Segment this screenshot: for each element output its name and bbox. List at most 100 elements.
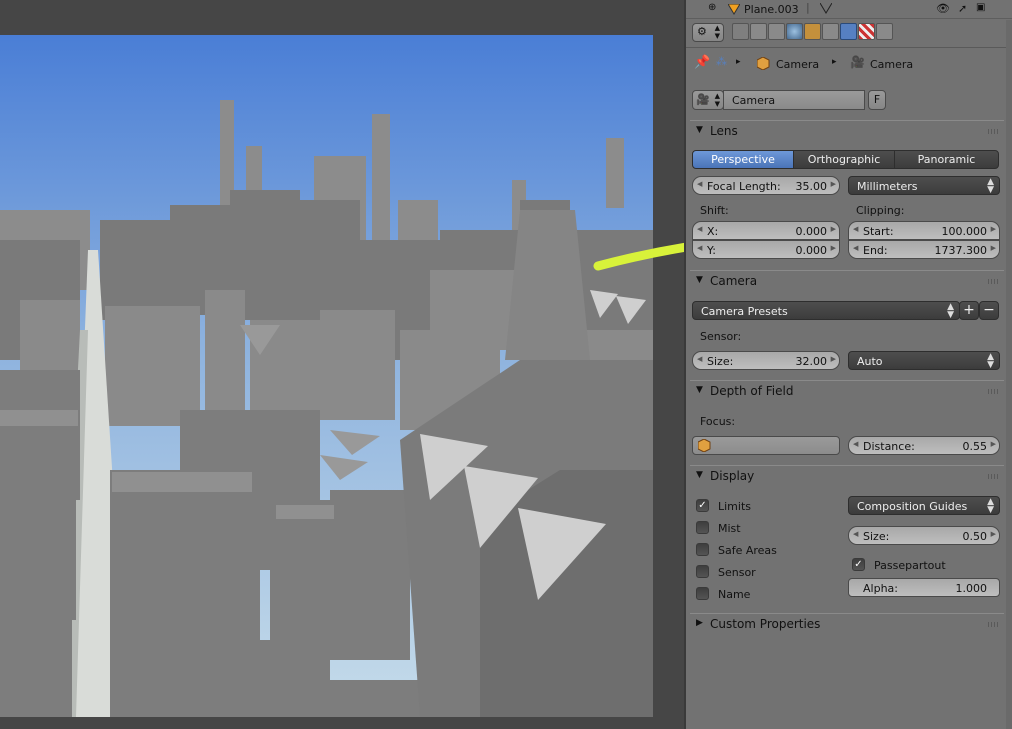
sensor-checkbox[interactable] [696, 565, 709, 578]
increment-arrow-icon[interactable]: ▶ [991, 440, 996, 448]
dof-distance-value: 0.55 [962, 440, 988, 453]
name-label: Name [718, 588, 751, 601]
sensor-checkbox-row[interactable]: Sensor [696, 565, 836, 581]
focus-label: Focus: [700, 415, 736, 428]
physics-tab-icon[interactable] [876, 23, 893, 40]
datablock-name-field[interactable]: Camera [723, 90, 865, 110]
focal-length-field[interactable]: ◀ Focal Length: 35.00 ▶ [692, 176, 840, 195]
tab-orthographic[interactable]: Orthographic [793, 150, 895, 169]
passepartout-checkbox[interactable]: ✓ [852, 558, 865, 571]
cursor-icon[interactable]: ➚ [958, 2, 967, 15]
render-tab-icon[interactable] [732, 23, 749, 40]
sensor-size-value: 32.00 [795, 355, 828, 368]
drag-grip-icon[interactable] [988, 622, 1000, 627]
tab-panoramic[interactable]: Panoramic [894, 150, 999, 169]
increment-arrow-icon[interactable]: ▶ [991, 225, 996, 233]
focus-object-field[interactable] [692, 436, 840, 455]
increment-arrow-icon[interactable]: ▶ [991, 244, 996, 252]
name-checkbox[interactable] [696, 587, 709, 600]
composition-guides-dropdown[interactable]: Composition Guides ▲ ▼ [848, 496, 1000, 515]
camera-data-tab-icon[interactable] [840, 23, 857, 40]
breadcrumb-data[interactable]: Camera [870, 58, 913, 71]
camera-data-icon: 🎥 [696, 93, 710, 106]
decrement-arrow-icon[interactable]: ◀ [853, 530, 858, 538]
datablock-browse-button[interactable]: 🎥 ▲ ▼ [692, 90, 724, 110]
remove-preset-button[interactable]: − [979, 301, 999, 320]
increment-arrow-icon[interactable]: ▶ [831, 180, 836, 188]
world-tab-icon[interactable] [786, 23, 803, 40]
mist-checkbox-row[interactable]: Mist [696, 521, 836, 537]
decrement-arrow-icon[interactable]: ◀ [853, 225, 858, 233]
outliner-row[interactable]: ⊕ Plane.003 | 👁 ➚ ▣ [686, 0, 1012, 19]
clip-start-label: Start: [863, 225, 894, 238]
shift-x-field[interactable]: ◀ X: 0.000 ▶ [692, 221, 840, 240]
render-layers-tab-icon[interactable] [750, 23, 767, 40]
increment-arrow-icon[interactable]: ▶ [831, 244, 836, 252]
dof-distance-field[interactable]: ◀ Distance: 0.55 ▶ [848, 436, 1000, 455]
scene-icon: ⁂ [716, 55, 727, 68]
fake-user-button[interactable]: F [868, 90, 886, 110]
increment-arrow-icon[interactable]: ▶ [831, 225, 836, 233]
lens-unit-dropdown[interactable]: Millimeters ▲ ▼ [848, 176, 1000, 195]
editor-type-button[interactable]: ⚙ ▲ ▼ [692, 23, 724, 42]
decrement-arrow-icon[interactable]: ◀ [697, 244, 702, 252]
drag-grip-icon[interactable] [988, 129, 1000, 134]
render-icon[interactable]: ▣ [976, 2, 985, 13]
collapse-triangle-icon: ▼ [696, 125, 703, 135]
panel-scrollbar[interactable] [1006, 20, 1012, 729]
texture-tab-icon[interactable] [858, 23, 875, 40]
chevron-updown-icon: ▲ ▼ [987, 497, 994, 515]
chevron-updown-icon: ▲ ▼ [987, 352, 994, 370]
sensor-fit-dropdown[interactable]: Auto ▲ ▼ [848, 351, 1000, 370]
mist-checkbox[interactable] [696, 521, 709, 534]
camera-presets-dropdown[interactable]: Camera Presets ▲ ▼ [692, 301, 960, 320]
pin-icon[interactable]: 📌 [694, 55, 710, 70]
render-viewport[interactable] [0, 0, 684, 729]
expand-icon[interactable]: ⊕ [708, 2, 716, 13]
dof-panel-header[interactable]: ▼ Depth of Field [690, 380, 1004, 401]
sensor-size-field[interactable]: ◀ Size: 32.00 ▶ [692, 351, 840, 370]
clip-start-field[interactable]: ◀ Start: 100.000 ▶ [848, 221, 1000, 240]
custom-properties-panel-header[interactable]: ▶ Custom Properties [690, 613, 1004, 634]
drag-grip-icon[interactable] [988, 474, 1000, 479]
outliner-object-name[interactable]: Plane.003 [744, 3, 799, 16]
passepartout-checkbox-row[interactable]: ✓ Passepartout [852, 558, 992, 574]
name-checkbox-row[interactable]: Name [696, 587, 836, 603]
display-size-field[interactable]: ◀ Size: 0.50 ▶ [848, 526, 1000, 545]
clip-end-field[interactable]: ◀ End: 1737.300 ▶ [848, 240, 1000, 259]
collapse-triangle-icon: ▼ [696, 385, 703, 395]
passepartout-alpha-value: 1.000 [955, 582, 988, 595]
display-panel-header[interactable]: ▼ Display [690, 465, 1004, 486]
increment-arrow-icon[interactable]: ▶ [831, 355, 836, 363]
decrement-arrow-icon[interactable]: ◀ [697, 180, 702, 188]
shift-label: Shift: [700, 204, 729, 217]
scene-tab-icon[interactable] [768, 23, 785, 40]
focal-length-value: 35.00 [795, 180, 828, 193]
composition-guides-label: Composition Guides [857, 500, 968, 513]
increment-arrow-icon[interactable]: ▶ [991, 530, 996, 538]
drag-grip-icon[interactable] [988, 279, 1000, 284]
passepartout-alpha-field[interactable]: Alpha: 1.000 [848, 578, 1000, 597]
safe-areas-checkbox[interactable] [696, 543, 709, 556]
decrement-arrow-icon[interactable]: ◀ [697, 355, 702, 363]
limits-checkbox[interactable]: ✓ [696, 499, 709, 512]
breadcrumb-object[interactable]: Camera [776, 58, 819, 71]
decrement-arrow-icon[interactable]: ◀ [853, 440, 858, 448]
drag-grip-icon[interactable] [988, 389, 1000, 394]
mist-label: Mist [718, 522, 741, 535]
limits-checkbox-row[interactable]: ✓ Limits [696, 499, 836, 515]
constraints-tab-icon[interactable] [822, 23, 839, 40]
eye-icon[interactable]: 👁 [936, 2, 950, 15]
safe-areas-label: Safe Areas [718, 544, 777, 557]
object-tab-icon[interactable] [804, 23, 821, 40]
decrement-arrow-icon[interactable]: ◀ [853, 244, 858, 252]
camera-panel-header[interactable]: ▼ Camera [690, 270, 1004, 291]
shift-y-field[interactable]: ◀ Y: 0.000 ▶ [692, 240, 840, 259]
decrement-arrow-icon[interactable]: ◀ [697, 225, 702, 233]
add-preset-button[interactable]: + [959, 301, 979, 320]
safe-areas-checkbox-row[interactable]: Safe Areas [696, 543, 836, 559]
tab-perspective[interactable]: Perspective [692, 150, 794, 169]
lens-panel-header[interactable]: ▼ Lens [690, 120, 1004, 141]
properties-panel: ⊕ Plane.003 | 👁 ➚ ▣ ⚙ ▲ ▼ 📌 ⁂ ▸ Camera ▸ … [684, 0, 1012, 729]
vertex-group-icon [820, 3, 832, 14]
